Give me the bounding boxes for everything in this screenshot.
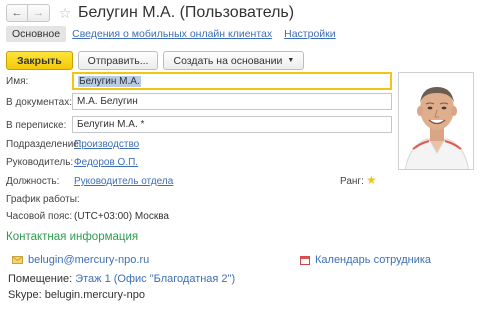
department-label: Подразделение: <box>6 139 82 150</box>
email-value: belugin@mercury-npo.ru <box>28 254 150 266</box>
title-bar: ← → ☆ Белугин М.А. (Пользователь) <box>0 0 486 26</box>
room-row: Помещение: Этаж 1 (Офис "Благодатная 2") <box>8 273 235 285</box>
tab-bar: Основное Сведения о мобильных онлайн кли… <box>6 26 342 42</box>
skype-label: Skype: <box>8 289 42 301</box>
create-based-on-label: Создать на основании <box>173 54 283 67</box>
back-button[interactable]: ← <box>6 4 28 22</box>
docs-value: М.А. Белугин <box>77 96 138 107</box>
room-label: Помещение: <box>8 273 73 285</box>
tab-main[interactable]: Основное <box>6 26 67 42</box>
room-link[interactable]: Этаж 1 (Офис "Благодатная 2") <box>75 273 235 285</box>
skype-row: Skype: belugin.mercury-npo <box>8 289 145 301</box>
name-field[interactable]: Белугин М.А. <box>72 72 392 90</box>
timezone-value: (UTC+03:00) Москва <box>74 211 169 222</box>
calendar-link[interactable]: Календарь сотрудника <box>300 254 431 266</box>
send-button[interactable]: Отправить... <box>77 51 159 70</box>
chevron-down-icon: ▼ <box>287 57 295 64</box>
page-title: Белугин М.А. (Пользователь) <box>78 4 295 21</box>
position-label: Должность: <box>6 176 60 187</box>
envelope-icon <box>12 256 23 264</box>
email-link[interactable]: belugin@mercury-npo.ru <box>12 254 149 266</box>
close-button[interactable]: Закрыть <box>6 51 73 70</box>
tab-mobile-clients[interactable]: Сведения о мобильных онлайн клиентах <box>66 26 278 42</box>
arrow-left-icon: ← <box>11 7 23 19</box>
tab-settings[interactable]: Настройки <box>278 26 342 42</box>
user-photo[interactable] <box>398 72 474 170</box>
manager-link[interactable]: Федоров О.П. <box>74 157 138 168</box>
calendar-label: Календарь сотрудника <box>315 254 432 266</box>
correspondence-value: Белугин М.А. * <box>77 119 145 130</box>
arrow-right-icon: → <box>33 7 44 19</box>
name-label: Имя: <box>6 76 29 87</box>
star-icon[interactable]: ★ <box>366 173 377 187</box>
timezone-label: Часовой пояс: <box>6 211 73 222</box>
portrait-image <box>399 73 473 169</box>
name-value: Белугин М.А. <box>78 75 141 87</box>
docs-label: В документах: <box>6 97 72 108</box>
schedule-label: График работы: <box>6 194 80 205</box>
rank-label: Ранг: <box>340 176 364 187</box>
create-based-on-button[interactable]: Создать на основании ▼ <box>163 51 305 70</box>
star-outline-icon[interactable]: ☆ <box>58 5 72 21</box>
manager-label: Руководитель: <box>6 157 74 168</box>
correspondence-field[interactable]: Белугин М.А. * <box>72 116 392 133</box>
department-link[interactable]: Производство <box>74 139 139 150</box>
contacts-section-title: Контактная информация <box>6 231 139 243</box>
skype-value: belugin.mercury-npo <box>44 289 145 301</box>
correspondence-label: В переписке: <box>6 120 67 131</box>
docs-field[interactable]: М.А. Белугин <box>72 93 392 110</box>
toolbar: Закрыть Отправить... Создать на основани… <box>6 51 305 70</box>
position-link[interactable]: Руководитель отдела <box>74 176 173 187</box>
forward-button[interactable]: → <box>28 4 50 22</box>
calendar-icon <box>300 256 310 265</box>
